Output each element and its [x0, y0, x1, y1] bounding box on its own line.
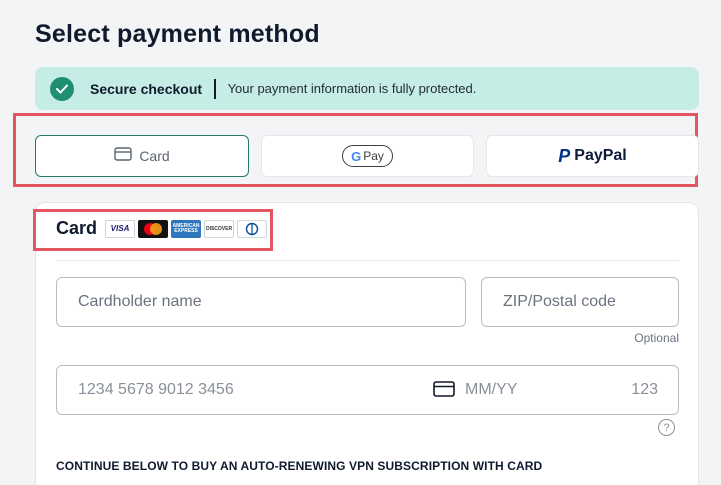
card-section-heading: Card: [56, 218, 98, 238]
discover-logo-icon: DISCOVER: [204, 219, 235, 238]
cvc-help-icon[interactable]: ?: [658, 419, 675, 436]
method-card-button[interactable]: Card: [35, 135, 249, 177]
cardholder-name-placeholder: Cardholder name: [78, 293, 202, 310]
cardholder-name-input[interactable]: Cardholder name: [56, 277, 466, 327]
mastercard-logo-icon: [138, 219, 169, 238]
method-paypal-button[interactable]: P PayPal: [486, 135, 699, 177]
secure-checkout-info: Your payment information is fully protec…: [227, 81, 477, 96]
paypal-label: PayPal: [574, 147, 627, 164]
amex-logo-icon: AMERICAN EXPRESS: [171, 219, 202, 238]
expiry-date-input[interactable]: MM/YY: [465, 381, 517, 399]
card-section-header: Card VISA AMERICAN EXPRESS DISCOVER: [56, 218, 270, 239]
credit-card-icon: [114, 146, 133, 166]
subscription-notice: CONTINUE BELOW TO BUY AN AUTO-RENEWING V…: [56, 459, 543, 473]
banner-separator: [214, 78, 216, 99]
check-circle-icon: [50, 76, 74, 101]
visa-logo-icon: VISA: [105, 219, 136, 238]
card-number-input[interactable]: 1234 5678 9012 3456 MM/YY 123: [56, 365, 679, 415]
cvc-input[interactable]: 123: [631, 381, 658, 399]
method-card-label: Card: [139, 148, 170, 164]
google-pay-label: Pay: [363, 149, 384, 163]
zip-postal-code-input[interactable]: ZIP/Postal code: [481, 277, 679, 327]
card-number-placeholder: 1234 5678 9012 3456: [78, 381, 234, 398]
card-expiry-icon: [433, 381, 455, 402]
secure-checkout-banner: Secure checkout Your payment information…: [35, 67, 699, 110]
diners-club-logo-icon: [237, 219, 268, 238]
paypal-icon: P: [558, 145, 571, 166]
page-title: Select payment method: [35, 20, 320, 48]
card-section-divider: [56, 260, 679, 261]
google-pay-logo: G Pay: [342, 145, 393, 167]
method-google-pay-button[interactable]: G Pay: [261, 135, 474, 177]
zip-optional-hint: Optional: [634, 331, 679, 345]
google-g-icon: G: [351, 148, 362, 164]
secure-checkout-label: Secure checkout: [90, 80, 203, 97]
zip-postal-code-placeholder: ZIP/Postal code: [503, 293, 616, 310]
